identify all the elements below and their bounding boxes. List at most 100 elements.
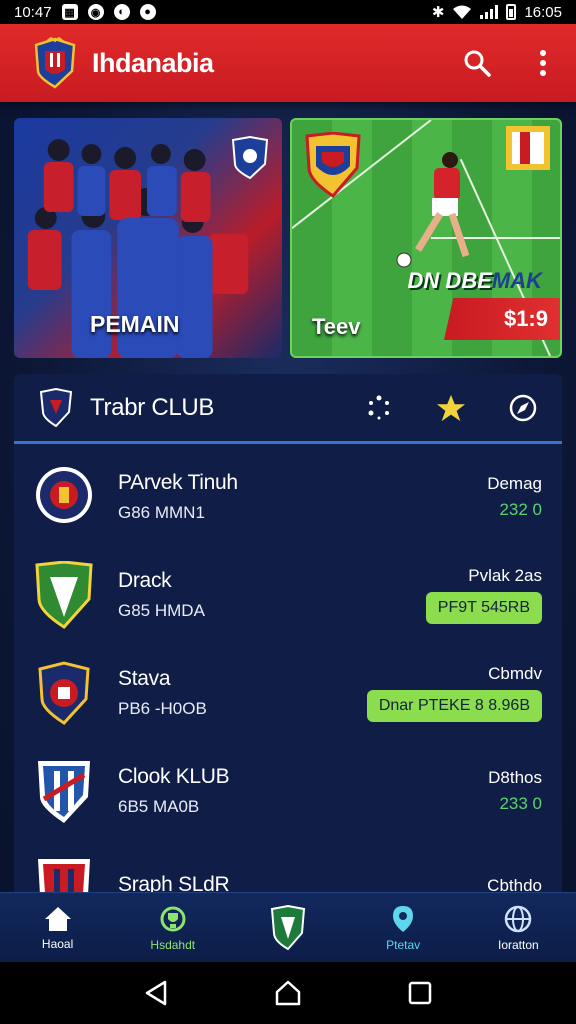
recents-square-icon (408, 981, 432, 1005)
search-button[interactable] (462, 48, 492, 78)
app-bar-actions (462, 48, 558, 78)
compass-icon (509, 394, 537, 421)
overflow-menu-button[interactable] (528, 48, 558, 78)
favorite-button[interactable] (436, 393, 466, 423)
loading-button[interactable] (364, 393, 394, 423)
club-row[interactable]: Sraph SLdR Cbthdo (14, 840, 562, 894)
media-notification-icon: ◐ (113, 4, 130, 20)
club-crest-icon (36, 467, 92, 523)
trophy-icon (160, 906, 186, 931)
match-banner-label: Teev (312, 314, 361, 339)
nav-item-home[interactable]: Haoal (13, 905, 103, 951)
app-logo-crest-icon (34, 37, 76, 89)
status-time: 10:47 (14, 3, 52, 21)
club-panel-header: Trabr CLUB (14, 374, 562, 444)
nav-item-location[interactable]: Ptetav (358, 904, 448, 952)
notification-icons: ▦ ◉ ◐ ● (61, 4, 156, 20)
club-meta: Pvlak 2as PF9T 545RB (425, 566, 542, 624)
app-title: Ihdanabia (92, 47, 214, 78)
club-panel: Trabr CLUB PArvek Tinuh G86 MMN1 Demag 2… (14, 374, 562, 894)
club-row[interactable]: Stava PB6 -H0OB Cbmdv Dnar PTEKE 8 8.96B (14, 644, 562, 742)
club-badge-icon (305, 132, 361, 198)
system-navigation-bar (0, 962, 576, 1024)
signal-icon (480, 5, 499, 19)
nav-item-club[interactable] (243, 904, 333, 951)
star-icon (436, 394, 466, 421)
club-meta-value: 232 0 (499, 500, 542, 519)
club-row[interactable]: Drack G85 HMDA Pvlak 2as PF9T 545RB (14, 546, 562, 644)
location-icon (393, 905, 414, 932)
club-meta-label: Demag (487, 474, 542, 493)
promo-title-part-b: MAK (491, 268, 542, 293)
striker-player-illustration (396, 152, 470, 268)
promo-title-part-a: DN DBE (407, 268, 492, 293)
app-notification-icon: ◉ (87, 4, 104, 20)
club-meta-pill[interactable]: Dnar PTEKE 8 8.96B (366, 690, 542, 722)
screen: 10:47 ▦ ◉ ◐ ● ✱ 16:05 Ihdanabia PEMAIN D… (0, 0, 576, 1024)
club-name: Drack (118, 569, 172, 592)
club-code: G86 MMN1 (118, 503, 205, 522)
more-vertical-icon (540, 50, 546, 76)
club-names: PArvek Tinuh G86 MMN1 (118, 471, 238, 523)
gallery-notification-icon: ▦ (61, 4, 78, 20)
club-names: Clook KLUB 6B5 MA0B (118, 765, 230, 817)
status-bar: 10:47 ▦ ◉ ◐ ● ✱ 16:05 (0, 0, 576, 24)
recents-button[interactable] (400, 973, 440, 1013)
bottom-navigation: Haoal Hsdahdt Ptetav Ioratton (0, 892, 576, 962)
club-name: PArvek Tinuh (118, 471, 238, 494)
club-crest-icon (35, 561, 93, 629)
players-banner[interactable]: PEMAIN (14, 118, 282, 358)
system-icons: ✱ 16:05 (431, 3, 562, 22)
club-list: PArvek Tinuh G86 MMN1 Demag 232 0 Drack … (14, 448, 562, 894)
club-meta-pill[interactable]: PF9T 545RB (425, 592, 542, 624)
back-triangle-icon (145, 980, 167, 1006)
globe-icon (505, 905, 532, 932)
club-meta-label: D8thos (488, 768, 542, 787)
nav-label-trophy: Hsdahdt (150, 937, 196, 952)
club-crest-icon (38, 761, 90, 823)
price-tag[interactable]: $1:9 (444, 298, 560, 340)
team-shield-icon (231, 136, 269, 180)
club-name: Stava (118, 667, 171, 690)
club-code: 6B5 MA0B (118, 797, 200, 816)
club-shield-icon (270, 904, 306, 950)
club-meta: Demag 232 0 (487, 474, 542, 520)
club-name: Clook KLUB (118, 765, 230, 788)
app-bar: Ihdanabia (0, 24, 576, 102)
club-header-shield-icon (39, 387, 73, 427)
nav-item-globe[interactable]: Ioratton (473, 904, 563, 952)
status-time-right: 16:05 (524, 3, 562, 21)
club-meta-label: Pvlak 2as (468, 566, 542, 585)
club-names: Drack G85 HMDA (118, 569, 205, 621)
club-meta: D8thos 233 0 (488, 768, 542, 814)
search-icon (464, 50, 491, 77)
spinner-icon (368, 395, 389, 419)
club-panel-title: Trabr CLUB (90, 393, 215, 421)
club-meta-value: 233 0 (499, 794, 542, 813)
club-meta: Cbmdv Dnar PTEKE 8 8.96B (366, 664, 542, 722)
match-promo-banner[interactable]: DN DBEMAK Teev $1:9 (290, 118, 562, 358)
home-icon (44, 906, 71, 931)
battery-icon (506, 4, 517, 20)
wifi-icon (453, 5, 472, 19)
chat-notification-icon: ● (139, 4, 156, 20)
club-panel-tools (364, 393, 538, 423)
home-system-button[interactable] (268, 973, 308, 1013)
flag-icon (506, 126, 550, 170)
back-button[interactable] (136, 973, 176, 1013)
club-code: PB6 -H0OB (118, 699, 207, 718)
nav-label-globe: Ioratton (497, 937, 539, 952)
club-meta-label: Cbmdv (488, 664, 542, 683)
share-button[interactable] (508, 393, 538, 423)
club-names: Stava PB6 -H0OB (118, 667, 207, 719)
club-row[interactable]: PArvek Tinuh G86 MMN1 Demag 232 0 (14, 448, 562, 546)
club-names: Sraph SLdR (118, 873, 230, 894)
club-row[interactable]: Clook KLUB 6B5 MA0B D8thos 233 0 (14, 742, 562, 840)
featured-banners: PEMAIN DN DBEMAK Teev $1:9 (14, 118, 562, 358)
players-banner-label: PEMAIN (90, 311, 180, 337)
club-crest-icon (38, 859, 90, 894)
bluetooth-icon: ✱ (431, 4, 445, 21)
nav-label-home: Haoal (41, 936, 74, 951)
home-outline-icon (275, 980, 301, 1006)
nav-item-trophy[interactable]: Hsdahdt (128, 904, 218, 952)
